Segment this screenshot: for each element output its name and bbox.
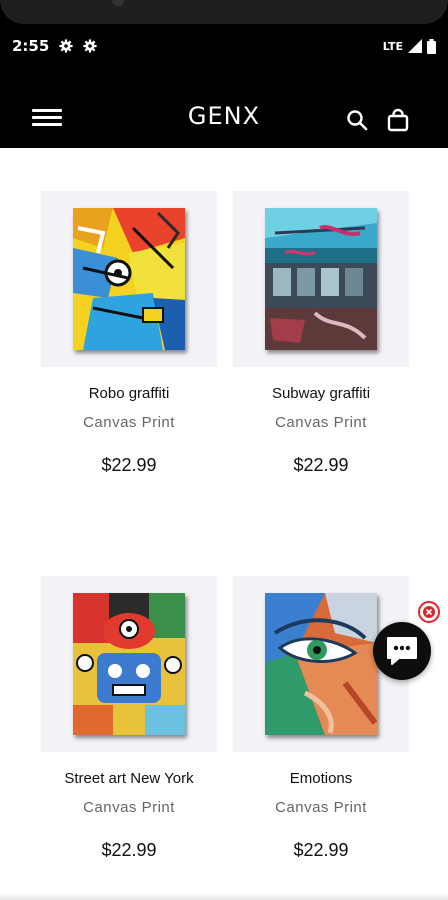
artwork-emotions (265, 593, 377, 735)
product-card[interactable]: Street art New York Canvas Print $22.99 (41, 576, 217, 861)
chat-close-button[interactable] (418, 601, 440, 623)
signal-icon (408, 39, 422, 53)
product-card[interactable]: Robo graffiti Canvas Print $22.99 (41, 191, 217, 476)
chat-icon (387, 637, 417, 665)
product-subtitle: Canvas Print (275, 799, 367, 816)
phone-screen: 2:55 LTE GENX Robo graffiti Canvas Print… (0, 0, 448, 900)
product-list: Robo graffiti Canvas Print $22.99 Subway… (0, 148, 448, 900)
artwork-street-art-new-york (73, 593, 185, 735)
product-price: $22.99 (293, 455, 349, 475)
product-image[interactable] (41, 576, 217, 752)
product-title[interactable]: Robo graffiti (41, 385, 217, 402)
product-card[interactable]: Subway graffiti Canvas Print $22.99 (233, 191, 409, 476)
close-icon (423, 606, 435, 618)
battery-icon (427, 38, 436, 54)
product-price: $22.99 (101, 455, 157, 475)
product-card[interactable]: Emotions Canvas Print $22.99 (233, 576, 409, 861)
bottom-fade (0, 893, 448, 900)
status-bar: 2:55 LTE (0, 30, 448, 62)
product-subtitle: Canvas Print (83, 414, 175, 431)
product-image[interactable] (233, 191, 409, 367)
artwork-robo-graffiti (73, 208, 185, 350)
search-icon[interactable] (345, 108, 369, 132)
bag-icon[interactable] (386, 108, 410, 132)
artwork-subway-graffiti (265, 208, 377, 350)
network-type: LTE (382, 39, 403, 53)
status-time: 2:55 (12, 37, 50, 55)
product-title[interactable]: Street art New York (41, 770, 217, 787)
gear-icon (83, 39, 97, 53)
brand-logo[interactable]: GENX (0, 102, 448, 130)
chat-button[interactable] (373, 622, 431, 680)
product-subtitle: Canvas Print (275, 414, 367, 431)
product-subtitle: Canvas Print (83, 799, 175, 816)
device-frame-top (0, 0, 448, 24)
product-price: $22.99 (101, 840, 157, 860)
product-image[interactable] (41, 191, 217, 367)
product-title[interactable]: Subway graffiti (233, 385, 409, 402)
product-price: $22.99 (293, 840, 349, 860)
product-title[interactable]: Emotions (233, 770, 409, 787)
status-indicators: LTE (382, 38, 436, 54)
app-header: GENX (0, 90, 448, 148)
gear-icon (59, 39, 73, 53)
